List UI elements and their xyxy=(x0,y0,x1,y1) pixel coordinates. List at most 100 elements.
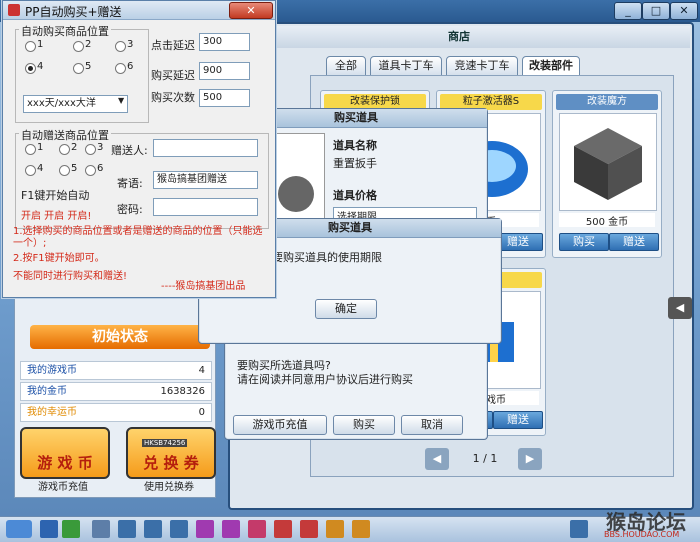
item-price-label: 道具价格 xyxy=(333,189,377,202)
gift-radio-4[interactable] xyxy=(25,165,36,176)
chevron-down-icon: ▼ xyxy=(118,96,125,105)
card-price: 500 金币 xyxy=(559,213,655,228)
tab-item-karts[interactable]: 道具卡丁车 xyxy=(370,56,442,76)
gift-radio-6[interactable] xyxy=(85,165,96,176)
prev-page-button[interactable]: ◀ xyxy=(425,448,449,470)
duration-dropdown[interactable]: xxx天/xxx大洋 xyxy=(23,95,128,113)
taskbar-icon[interactable] xyxy=(248,520,266,538)
watermark-url: BBS.HOUDAO.COM xyxy=(604,530,680,539)
buy-radio-1[interactable] xyxy=(25,41,36,52)
taskbar-icon[interactable] xyxy=(326,520,344,538)
gift-radio-1[interactable] xyxy=(25,144,36,155)
gift-radio-label: 3 xyxy=(97,142,104,153)
gift-radio-5[interactable] xyxy=(59,165,70,176)
coupon-caption: 使用兑换券 xyxy=(144,482,194,493)
click-delay-label: 点击延迟 xyxy=(151,39,195,52)
gift-radio-label: 5 xyxy=(71,163,78,174)
duration-dropdown-value: xxx天/xxx大洋 xyxy=(27,98,96,109)
taskbar-icon[interactable] xyxy=(170,520,188,538)
giver-label: 赠送人: xyxy=(111,144,148,157)
taskbar-icon[interactable] xyxy=(92,520,110,538)
stat-game-coin: 我的游戏币 4 xyxy=(20,361,212,380)
credit-text: ----猴岛搞基团出品 xyxy=(161,281,246,292)
close-button[interactable]: ✕ xyxy=(229,2,273,19)
taskbar-icon[interactable] xyxy=(62,520,80,538)
coupon-code: HKSB74256 xyxy=(142,439,188,447)
tab-mod-parts[interactable]: 改装部件 xyxy=(522,56,580,76)
item-name-label: 道具名称 xyxy=(333,139,377,152)
stat-label: 我的幸运币 xyxy=(27,407,77,418)
buy-radio-label: 2 xyxy=(85,39,92,50)
taskbar-icon[interactable] xyxy=(352,520,370,538)
message-input[interactable]: 猴岛搞基团赠送 xyxy=(153,171,258,189)
taskbar-icon[interactable] xyxy=(222,520,240,538)
password-label: 密码: xyxy=(117,203,143,216)
game-coin-label: 游 戏 币 xyxy=(37,454,93,472)
game-coin-button[interactable]: 游 戏 币 xyxy=(20,427,110,479)
gift-button[interactable]: 赠送 xyxy=(609,233,659,251)
gift-button[interactable]: 赠送 xyxy=(493,411,543,429)
init-status-label: 初始状态 xyxy=(92,329,148,345)
stat-value: 0 xyxy=(198,407,205,418)
buy-radio-label: 4 xyxy=(37,61,44,72)
help-icon[interactable] xyxy=(570,520,588,538)
taskbar-icon[interactable] xyxy=(144,520,162,538)
close-icon[interactable]: ✕ xyxy=(670,2,698,20)
cancel-button[interactable]: 取消 xyxy=(401,415,463,435)
buy-button[interactable]: 购买 xyxy=(559,233,609,251)
buy-count-input[interactable]: 500 xyxy=(199,89,250,107)
gift-radio-label: 1 xyxy=(37,142,44,153)
buy-group-label: 自动购买商品位置 xyxy=(19,23,111,39)
buy-radio-label: 5 xyxy=(85,61,92,72)
coupon-button[interactable]: HKSB74256 兑 换 券 xyxy=(126,427,216,479)
gift-group-label: 自动赠送商品位置 xyxy=(19,127,111,143)
gift-radio-label: 4 xyxy=(37,163,44,174)
taskbar-icon[interactable] xyxy=(300,520,318,538)
giver-input[interactable] xyxy=(153,139,258,157)
game-coin-caption: 游戏币充值 xyxy=(38,482,88,493)
tab-speed-karts[interactable]: 竞速卡丁车 xyxy=(446,56,518,76)
start-text: 开启 开启 开启! xyxy=(21,211,92,222)
buy-radio-label: 3 xyxy=(127,39,134,50)
gift-radio-2[interactable] xyxy=(59,144,70,155)
init-status-button[interactable]: 初始状态 xyxy=(30,325,210,349)
recharge-button[interactable]: 游戏币充值 xyxy=(233,415,327,435)
buy-radio-6[interactable] xyxy=(115,63,126,74)
buy-radio-4[interactable] xyxy=(25,63,36,74)
next-page-button[interactable]: ▶ xyxy=(518,448,542,470)
password-input[interactable] xyxy=(153,198,258,216)
agreement-note: 请在阅读并同意用户协议后进行购买 xyxy=(237,373,413,386)
item-image xyxy=(559,113,657,211)
buy-confirm-button[interactable]: 购买 xyxy=(333,415,395,435)
stat-label: 我的金币 xyxy=(27,386,67,397)
minimize-button[interactable]: _ xyxy=(614,2,642,20)
buy-radio-2[interactable] xyxy=(73,41,84,52)
gift-radio-label: 6 xyxy=(97,163,104,174)
coupon-label: 兑 换 券 xyxy=(143,454,199,472)
item-name-value: 重置扳手 xyxy=(333,157,377,170)
shop-card: 改装魔方 500 金币 购买 赠送 xyxy=(552,90,662,258)
message-label: 寄语: xyxy=(117,177,143,190)
taskbar-icon[interactable] xyxy=(118,520,136,538)
app-icon xyxy=(8,4,20,16)
side-arrow-button[interactable]: ◀ xyxy=(668,297,692,319)
ok-button[interactable]: 确定 xyxy=(315,299,377,319)
tab-all[interactable]: 全部 xyxy=(326,56,366,76)
mod-cube-icon xyxy=(574,128,642,200)
start-icon[interactable] xyxy=(6,520,32,538)
buy-radio-5[interactable] xyxy=(73,63,84,74)
helper-window: PP自动购买+赠送 ✕ 自动购买商品位置 1 2 3 4 5 6 xxx天/xx… xyxy=(2,0,276,298)
taskbar-icon[interactable] xyxy=(40,520,58,538)
click-delay-input[interactable]: 300 xyxy=(199,33,250,51)
helper-title: PP自动购买+赠送 xyxy=(25,5,122,19)
maximize-button[interactable]: □ xyxy=(642,2,670,20)
buy-delay-input[interactable]: 900 xyxy=(199,62,250,80)
taskbar-icon[interactable] xyxy=(196,520,214,538)
buy-radio-3[interactable] xyxy=(115,41,126,52)
stat-label: 我的游戏币 xyxy=(27,365,77,376)
stat-gold: 我的金币 1638326 xyxy=(20,382,212,401)
gift-radio-label: 2 xyxy=(71,142,78,153)
gift-radio-3[interactable] xyxy=(85,144,96,155)
stat-value: 1638326 xyxy=(160,386,205,397)
taskbar-icon[interactable] xyxy=(274,520,292,538)
